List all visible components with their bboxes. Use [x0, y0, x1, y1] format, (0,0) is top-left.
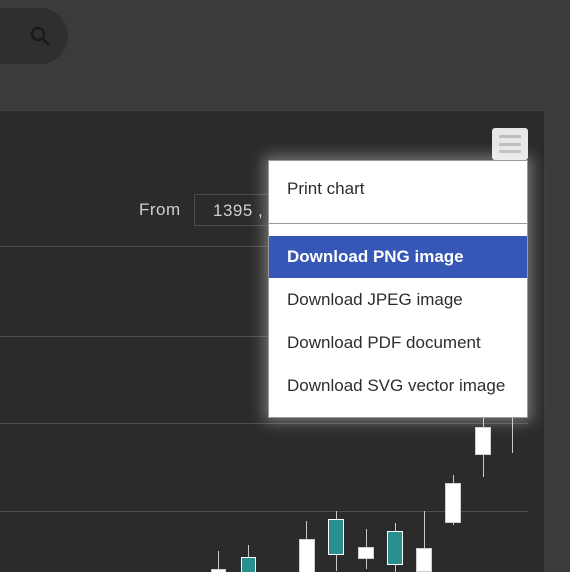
search-box[interactable]: [0, 8, 68, 64]
chart-gridline: [0, 423, 528, 424]
chart-context-menu-button[interactable]: [492, 128, 528, 160]
menu-item-download-pdf[interactable]: Download PDF document: [269, 322, 527, 364]
page: From 1395 , Print chart Download PNG ima…: [0, 0, 570, 572]
menu-item-download-jpeg[interactable]: Download JPEG image: [269, 279, 527, 321]
candle-body: [416, 548, 432, 572]
candle-body: [328, 519, 344, 555]
menu-separator: [269, 223, 527, 224]
search-icon[interactable]: [30, 26, 50, 46]
candle-body: [387, 531, 403, 565]
menu-item-download-svg[interactable]: Download SVG vector image: [269, 365, 527, 407]
menu-item-print-chart[interactable]: Print chart: [269, 168, 527, 210]
candle-body: [445, 483, 461, 523]
range-from-label: From: [139, 200, 181, 219]
export-menu: Print chart Download PNG image Download …: [268, 160, 528, 418]
hamburger-menu-icon: [499, 135, 521, 138]
candle-body: [241, 557, 256, 572]
candle-body: [475, 427, 491, 455]
menu-item-download-png[interactable]: Download PNG image: [269, 236, 527, 278]
hamburger-menu-icon: [499, 150, 521, 153]
candle-body: [358, 547, 374, 559]
candle-body: [299, 539, 315, 572]
hamburger-menu-icon: [499, 142, 521, 146]
